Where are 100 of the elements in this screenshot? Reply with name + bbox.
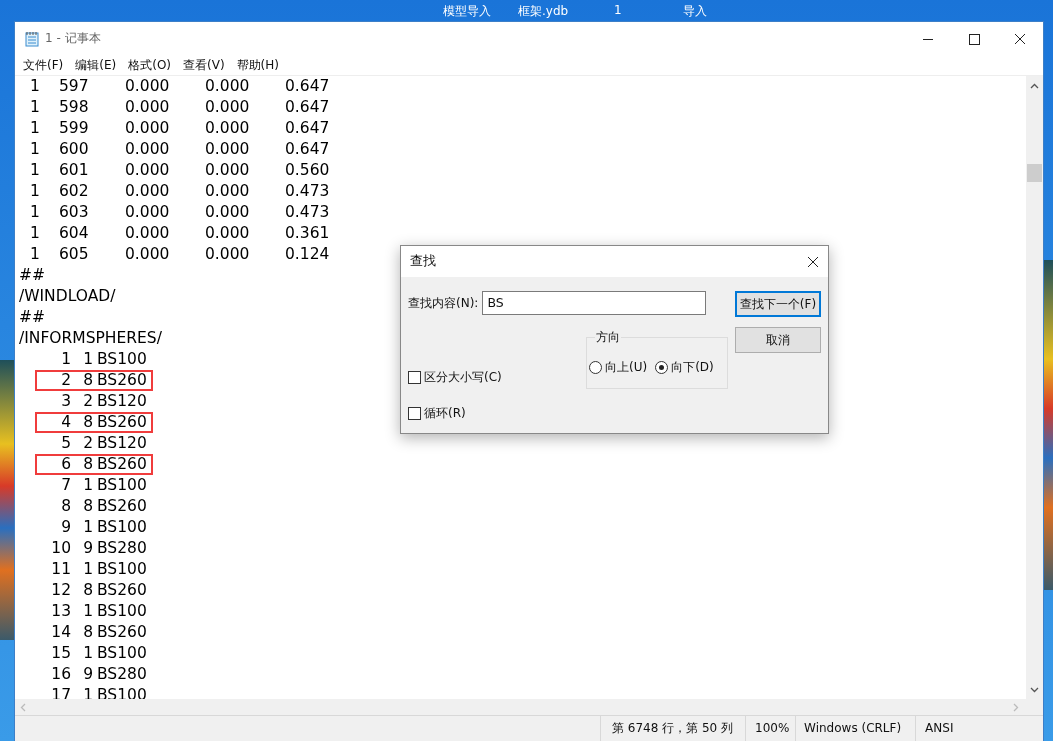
background-window-title: 模型导入 — [443, 3, 491, 20]
group-label: 方向 — [595, 329, 621, 346]
scroll-up-icon[interactable] — [1030, 83, 1039, 89]
text-line-value: 1 — [30, 181, 40, 202]
text-line-value: BS260 — [97, 496, 147, 517]
text-line-value: 2 — [61, 370, 71, 391]
text-line: ## — [19, 308, 45, 326]
text-line-value: 0.647 — [285, 118, 330, 139]
text-line-value: 1 — [30, 160, 40, 181]
text-line-value: 4 — [61, 412, 71, 433]
text-line-value: 1 — [61, 349, 71, 370]
text-line-value: 13 — [51, 601, 71, 622]
text-line-value: BS280 — [97, 538, 147, 559]
text-line-value: BS260 — [97, 370, 147, 391]
text-line-value: 0.000 — [125, 76, 170, 97]
text-line-value: 8 — [83, 454, 93, 475]
text-line-value: 9 — [83, 664, 93, 685]
radio-button[interactable] — [589, 361, 602, 374]
text-line-value: BS100 — [97, 349, 147, 370]
text-line-value: 11 — [51, 559, 71, 580]
text-line-value: 1 — [30, 76, 40, 97]
text-line-value: 0.000 — [205, 202, 250, 223]
vertical-scrollbar[interactable] — [1026, 76, 1043, 699]
text-line-value: 0.473 — [285, 202, 330, 223]
text-line-value: 1 — [83, 475, 93, 496]
text-line-value: 0.000 — [205, 160, 250, 181]
cancel-button[interactable]: 取消 — [735, 327, 821, 353]
status-text: 100% — [745, 716, 796, 741]
notepad-icon — [25, 30, 39, 47]
text-line-value: 0.361 — [285, 223, 330, 244]
text-line-value: 1 — [30, 202, 40, 223]
text-line-value: 0.000 — [205, 139, 250, 160]
text-line: ## — [19, 266, 45, 284]
text-line-value: 0.000 — [205, 76, 250, 97]
text-line-value: 0.000 — [125, 244, 170, 265]
text-line-value: 8 — [83, 622, 93, 643]
text-line-value: 605 — [59, 244, 89, 265]
text-line-value: 0.647 — [285, 76, 330, 97]
dialog-title: 查找 — [410, 253, 436, 270]
text-line-value: 602 — [59, 181, 89, 202]
find-next-button[interactable]: 查找下一个(F) — [735, 291, 821, 317]
text-line-value: 0.560 — [285, 160, 330, 181]
text-line-value: 0.000 — [205, 97, 250, 118]
close-icon[interactable] — [807, 255, 819, 268]
status-text: ANSI — [915, 716, 954, 741]
radio-label: 向上(U) — [605, 359, 648, 376]
radio-label: 向下(D) — [671, 359, 714, 376]
text-line-value: 597 — [59, 76, 89, 97]
text-line-value: 5 — [61, 433, 71, 454]
text-line-value: 1 — [30, 97, 40, 118]
text-line-value: 3 — [61, 391, 71, 412]
text-line-value: 12 — [51, 580, 71, 601]
radio-button[interactable] — [655, 361, 669, 374]
text-line-value: 1 — [30, 244, 40, 265]
background-window-title: 导入 — [683, 3, 707, 20]
text-line-value: 15 — [51, 643, 71, 664]
checkbox[interactable] — [408, 371, 421, 384]
text-line-value: 9 — [83, 538, 93, 559]
text-line-value: 8 — [83, 580, 93, 601]
text-line-value: 7 — [61, 475, 71, 496]
text-line-value: 0.000 — [125, 202, 170, 223]
background-window-title: 框架.ydb — [518, 3, 569, 20]
menu-item[interactable]: 查看(V) — [183, 56, 225, 74]
text-line-value: 8 — [61, 496, 71, 517]
text-line-value: 604 — [59, 223, 89, 244]
text-line-value: 599 — [59, 118, 89, 139]
menu-item[interactable]: 编辑(E) — [75, 56, 117, 74]
text-line-value: 16 — [51, 664, 71, 685]
text-line-value: 0.000 — [125, 181, 170, 202]
text-line-value: BS100 — [97, 559, 147, 580]
menu-item[interactable]: 格式(O) — [128, 56, 172, 74]
text-line-value: 2 — [83, 391, 93, 412]
text-line-value: 0.000 — [125, 97, 170, 118]
text-line-value: 1 — [83, 601, 93, 622]
scrollbar-thumb[interactable] — [1027, 164, 1042, 182]
text-line-value: 1 — [83, 643, 93, 664]
text-line-value: 600 — [59, 139, 89, 160]
text-line-value: 8 — [83, 412, 93, 433]
find-label: 查找内容(N): — [408, 294, 479, 312]
text-line-value: 0.000 — [205, 181, 250, 202]
scroll-down-icon[interactable] — [1030, 687, 1039, 693]
text-line-value: BS280 — [97, 664, 147, 685]
text-line-value: 0.000 — [205, 223, 250, 244]
menu-item[interactable]: 文件(F) — [23, 56, 64, 74]
text-line-value: BS260 — [97, 622, 147, 643]
text-line-value: BS260 — [97, 412, 147, 433]
text-line-value: 0.000 — [125, 139, 170, 160]
text-line-value: BS100 — [97, 601, 147, 622]
menu-item[interactable]: 帮助(H) — [236, 56, 279, 74]
text-line: /INFORMSPHERES/ — [19, 329, 162, 347]
text-line-value: 0.647 — [285, 139, 330, 160]
text-line-value: BS260 — [97, 580, 147, 601]
text-line-value: BS100 — [97, 643, 147, 664]
find-input-field[interactable]: BS — [482, 291, 707, 315]
text-line-value: 0.473 — [285, 181, 330, 202]
text-line-value: 603 — [59, 202, 89, 223]
text-line-value: BS100 — [97, 517, 147, 538]
text-line-value: BS100 — [97, 475, 147, 496]
checkbox[interactable] — [408, 407, 421, 420]
text-line-value: 0.124 — [285, 244, 330, 265]
